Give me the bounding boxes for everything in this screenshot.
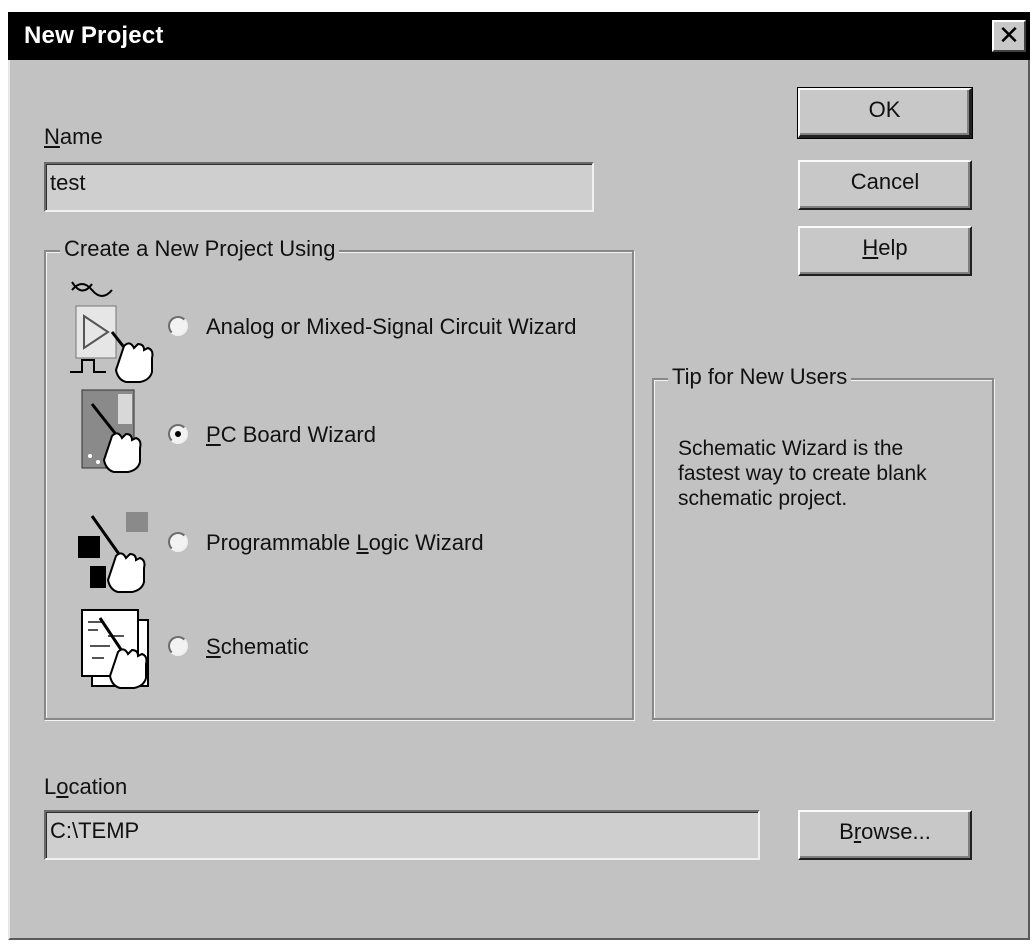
close-button[interactable]: ✕ (992, 20, 1026, 52)
radio-schematic[interactable] (168, 636, 188, 656)
radio-analog-wizard[interactable] (168, 316, 188, 336)
location-input[interactable]: C:\TEMP (44, 810, 760, 860)
tip-group (652, 378, 994, 720)
ok-button[interactable]: OK (797, 87, 973, 139)
name-input[interactable]: test (44, 162, 594, 212)
browse-button[interactable]: Browse... (798, 810, 972, 860)
analog-wizard-icon (68, 276, 158, 389)
tip-line: Schematic Wizard is the (678, 437, 904, 460)
location-label: Location (44, 774, 128, 799)
logic-wizard-icon (74, 508, 160, 601)
cancel-button[interactable]: Cancel (798, 160, 972, 210)
option-label-logic-wizard: Programmable Logic Wizard (206, 530, 484, 555)
option-label-schematic: Schematic (206, 634, 309, 659)
close-icon: ✕ (998, 20, 1020, 50)
tip-line: fastest way to create blank (678, 462, 927, 485)
name-label: Name (44, 124, 103, 149)
option-label-pcb-wizard: PC Board Wizard (206, 422, 376, 447)
title-bar[interactable]: New Project ✕ (8, 12, 1030, 60)
radio-pcb-wizard[interactable] (168, 424, 188, 444)
help-button[interactable]: Help (798, 226, 972, 276)
schematic-icon (78, 606, 164, 699)
radio-logic-wizard[interactable] (168, 532, 188, 552)
tip-text: Schematic Wizard is the fastest way to c… (678, 436, 998, 511)
option-label-analog-wizard: Analog or Mixed-Signal Circuit Wizard (206, 314, 577, 339)
create-project-group-legend: Create a New Project Using (60, 236, 340, 262)
tip-line: schematic project. (678, 487, 848, 510)
tip-group-legend: Tip for New Users (668, 364, 852, 390)
pcb-wizard-icon (78, 386, 158, 487)
dialog-title: New Project (24, 22, 164, 49)
